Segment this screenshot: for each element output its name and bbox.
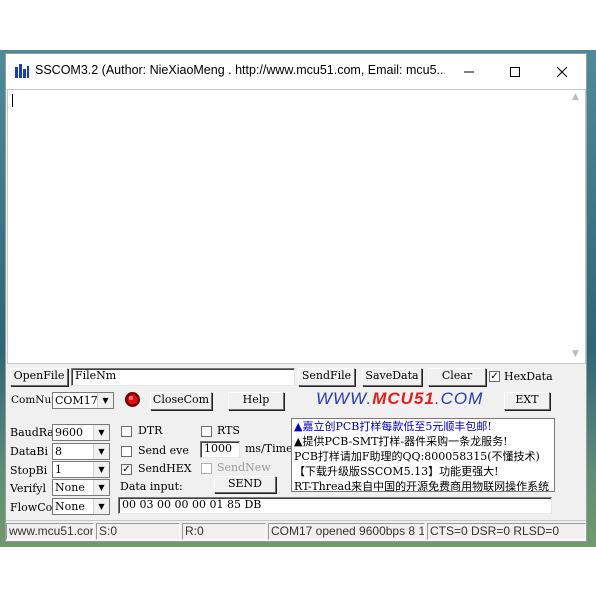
chevron-down-icon[interactable]: ▼ <box>93 462 109 477</box>
sscom-window: SSCOM3.2 (Author: NieXiaoMeng . http://w… <box>5 53 587 542</box>
baudrate-label: BaudRa <box>10 426 54 439</box>
clear-button[interactable]: Clear <box>428 368 486 386</box>
ext-button[interactable]: EXT <box>504 392 550 410</box>
close-button[interactable] <box>539 54 585 89</box>
data-input-label: Data input: <box>120 480 183 493</box>
databits-label: DataBi <box>10 445 48 458</box>
send-interval-input[interactable]: 1000 <box>200 441 240 458</box>
dtr-label: DTR <box>138 424 163 437</box>
file-name-field[interactable]: FileNm <box>71 368 295 386</box>
help-button[interactable]: Help <box>228 392 284 410</box>
comnum-value: COM17 <box>55 394 98 407</box>
logo-prefix: WWW. <box>316 389 373 408</box>
chevron-down-icon[interactable]: ▼ <box>93 444 109 459</box>
window-title: SSCOM3.2 (Author: NieXiaoMeng . http://w… <box>35 63 445 77</box>
status-port: COM17 opened 9600bps 8 1 <box>268 523 425 540</box>
send-file-button[interactable]: SendFile <box>298 368 355 386</box>
hexdata-label: HexData <box>504 370 553 383</box>
stopbits-label: StopBi <box>10 464 48 477</box>
hexdata-checkbox[interactable]: ✓ <box>489 371 500 382</box>
ad-line[interactable]: RT-Thread来自中国的开源免费商用物联网操作系统 <box>292 479 554 491</box>
status-line-signals: CTS=0 DSR=0 RLSD=0 <box>427 523 586 540</box>
rts-checkbox[interactable] <box>201 426 212 437</box>
rts-label: RTS <box>217 424 240 437</box>
open-file-button[interactable]: OpenFile <box>10 368 68 386</box>
sendnew-checkbox[interactable] <box>201 463 212 474</box>
title-bar[interactable]: SSCOM3.2 (Author: NieXiaoMeng . http://w… <box>6 54 586 89</box>
status-received-count: R:0 <box>182 523 266 540</box>
save-data-button[interactable]: SaveData <box>362 368 422 386</box>
chevron-down-icon[interactable]: ▼ <box>97 393 113 408</box>
dtr-checkbox[interactable] <box>121 426 132 437</box>
send-every-label: Send eve <box>138 444 189 457</box>
mcu51-logo[interactable]: WWW.MCU51.COM <box>316 389 483 409</box>
maximize-button[interactable] <box>492 54 538 89</box>
close-com-button[interactable]: CloseCom <box>150 392 212 410</box>
chevron-down-icon[interactable]: ▼ <box>93 480 109 495</box>
maximize-icon <box>510 67 520 77</box>
minimize-button[interactable] <box>446 54 492 89</box>
databits-value: 8 <box>55 445 62 458</box>
logo-suffix: .COM <box>434 389 484 408</box>
stopbits-value: 1 <box>55 463 62 476</box>
baudrate-select[interactable]: 9600 ▼ <box>52 424 110 441</box>
baudrate-value: 9600 <box>55 426 83 439</box>
chevron-down-icon[interactable]: ▼ <box>93 499 109 514</box>
ad-line[interactable]: 【下载升级版SSCOM5.13】功能更强大! <box>292 464 554 479</box>
scroll-up-arrow-icon[interactable]: ▲ <box>572 92 579 102</box>
flowcontrol-value: None <box>55 500 85 513</box>
receive-textarea[interactable]: ▲ ▼ <box>7 89 586 364</box>
minimize-icon <box>464 71 474 73</box>
text-caret <box>12 94 13 107</box>
sendhex-label: SendHEX <box>138 462 192 475</box>
ad-panel: ▲嘉立创PCB打样每款低至5元顺丰包邮! ▲提供PCB-SMT打样-器件采购一条… <box>291 418 555 492</box>
verify-value: None <box>55 481 85 494</box>
sendhex-checkbox[interactable]: ✓ <box>121 464 132 475</box>
flowcontrol-label: FlowCo <box>10 501 53 514</box>
comnum-select[interactable]: COM17 ▼ <box>52 392 114 409</box>
verify-select[interactable]: None ▼ <box>52 479 110 496</box>
close-icon <box>556 66 568 78</box>
data-input-field[interactable]: 00 03 00 00 00 01 85 DB <box>118 497 552 514</box>
port-status-indicator-icon <box>125 392 140 407</box>
scroll-down-arrow-icon[interactable]: ▼ <box>572 349 579 359</box>
chevron-down-icon[interactable]: ▼ <box>93 425 109 440</box>
ad-line[interactable]: ▲提供PCB-SMT打样-器件采购一条龙服务! <box>292 434 554 449</box>
send-every-checkbox[interactable] <box>121 446 132 457</box>
ad-line[interactable]: PCB打样请加F助理的QQ:800058315(不懂技术) <box>292 449 554 464</box>
flowcontrol-select[interactable]: None ▼ <box>52 498 110 515</box>
databits-select[interactable]: 8 ▼ <box>52 443 110 460</box>
status-sent-count: S:0 <box>96 523 180 540</box>
app-icon <box>15 64 29 78</box>
ad-line[interactable]: ▲嘉立创PCB打样每款低至5元顺丰包邮! <box>292 419 554 434</box>
interval-unit-label: ms/Time <box>245 442 293 455</box>
send-button[interactable]: SEND <box>214 476 276 493</box>
status-bar: www.mcu51.con S:0 R:0 COM17 opened 9600b… <box>6 520 586 541</box>
sendnew-label: SendNew <box>217 461 271 474</box>
receive-scrollbar[interactable]: ▲ ▼ <box>568 90 585 363</box>
stopbits-select[interactable]: 1 ▼ <box>52 461 110 478</box>
logo-brand: MCU51 <box>372 389 435 408</box>
verify-label: Verifyl <box>10 482 47 495</box>
status-url[interactable]: www.mcu51.con <box>6 523 94 540</box>
